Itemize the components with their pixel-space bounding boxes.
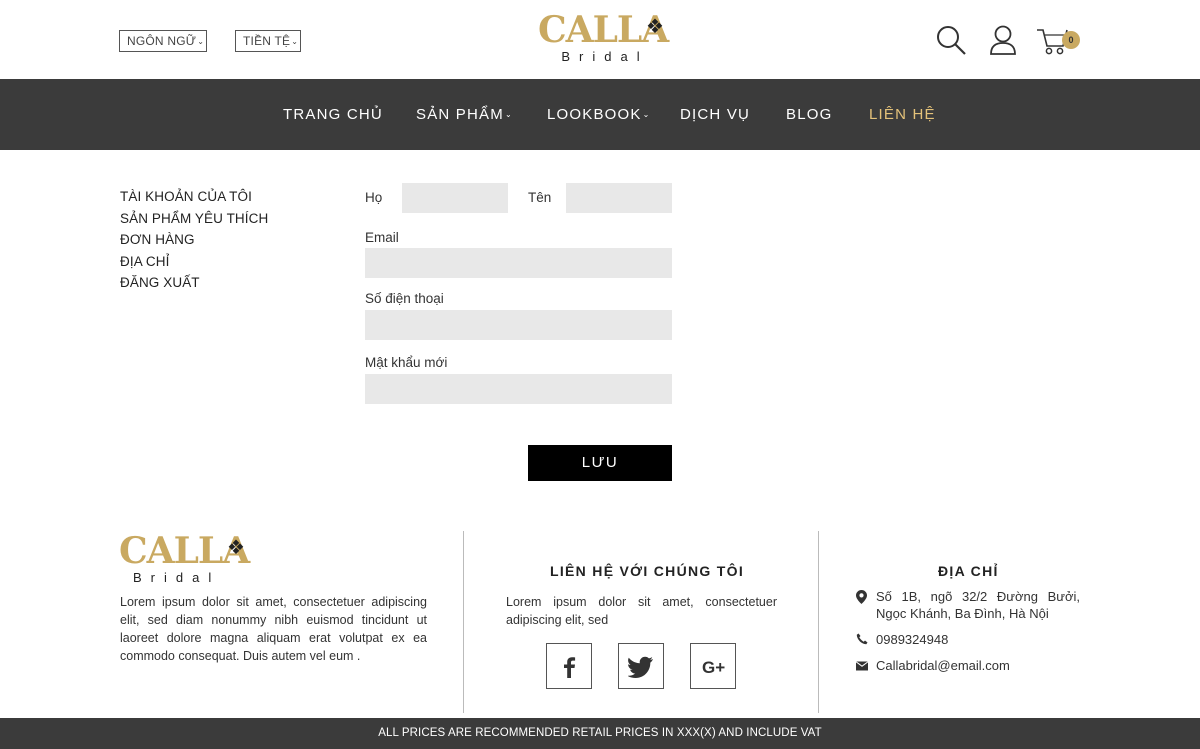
email-label: Email [365,230,399,245]
nav-item-services[interactable]: DỊCH VỤ [680,106,750,123]
feather-icon: ❖ [646,14,664,38]
bottom-notice-bar: ALL PRICES ARE RECOMMENDED RETAIL PRICES… [0,718,1200,749]
chevron-down-icon: ⌄ [642,110,651,119]
google-plus-button[interactable]: G+ [690,643,736,689]
account-menu-logout[interactable]: ĐĂNG XUẤT [120,272,268,294]
last-name-label: Họ [365,190,383,205]
nav-item-label: SẢN PHẨM [416,106,504,123]
last-name-field[interactable] [402,183,508,213]
first-name-field[interactable] [566,183,672,213]
logo-subtitle: Bridal [133,570,221,585]
search-icon[interactable] [935,24,967,56]
account-menu-my-account[interactable]: TÀI KHOẢN CỦA TÔI [120,186,268,208]
phone-icon [856,633,868,645]
facebook-button[interactable] [546,643,592,689]
nav-item-label: LOOKBOOK [547,106,642,123]
account-menu-orders[interactable]: ĐƠN HÀNG [120,229,268,251]
email-field[interactable] [365,248,672,278]
logo-subtitle: Bridal [561,49,649,64]
address-heading: ĐỊA CHỈ [938,563,999,579]
email-address[interactable]: Callabridal@email.com [876,657,1080,674]
footer-about-text: Lorem ipsum dolor sit amet, consectetuer… [120,595,427,663]
new-password-field[interactable] [365,374,672,404]
nav-item-blog[interactable]: BLOG [786,106,832,123]
account-menu-address[interactable]: ĐỊA CHỈ [120,251,268,273]
chevron-down-icon: ⌄ [504,110,513,119]
footer-logo[interactable]: CALLA Bridal ❖ [119,533,250,585]
map-marker-icon [856,590,867,604]
twitter-button[interactable] [618,643,664,689]
phone-field[interactable] [365,310,672,340]
new-password-label: Mật khẩu mới [365,355,448,370]
contact-text: Lorem ipsum dolor sit amet, consectetuer… [506,595,777,627]
contact-heading: LIÊN HỆ VỚI CHÚNG TÔI [550,563,745,579]
svg-text:G+: G+ [702,658,725,677]
nav-item-lookbook[interactable]: LOOKBOOK⌄ [547,106,651,123]
nav-item-home[interactable]: TRANG CHỦ [283,106,383,123]
language-selector[interactable]: NGÔN NGỮ⌄ [119,30,207,52]
account-sidebar: TÀI KHOẢN CỦA TÔI SẢN PHẨM YÊU THÍCH ĐƠN… [120,186,268,294]
user-icon[interactable] [988,24,1018,56]
price-notice-text: ALL PRICES ARE RECOMMENDED RETAIL PRICES… [378,727,822,739]
save-button[interactable]: LƯU [528,445,672,481]
twitter-icon [627,656,653,678]
facebook-icon [564,657,576,678]
main-navigation: TRANG CHỦ SẢN PHẨM⌄ LOOKBOOK⌄ DỊCH VỤ BL… [0,79,1200,150]
footer-divider [818,531,819,713]
nav-item-contact[interactable]: LIÊN HỆ [869,106,936,123]
chevron-down-icon: ⌄ [197,37,205,46]
language-selector-label: NGÔN NGỮ [127,34,197,48]
top-header: NGÔN NGỮ⌄ TIỀN TỆ⌄ CALLA Bridal ❖ 0 [0,0,1200,79]
site-logo[interactable]: CALLA Bridal ❖ [538,12,669,64]
account-menu-wishlist[interactable]: SẢN PHẨM YÊU THÍCH [120,208,268,230]
envelope-icon [856,661,868,671]
currency-selector-label: TIỀN TỆ [243,34,291,48]
phone-label: Số điện thoại [365,291,444,306]
address-text: Số 1B, ngõ 32/2 Đường Bưởi, Ngọc Khánh, … [876,589,1080,621]
cart-count-badge: 0 [1062,31,1080,49]
first-name-label: Tên [528,190,552,205]
nav-item-products[interactable]: SẢN PHẨM⌄ [416,106,513,123]
google-plus-icon: G+ [702,658,725,677]
chevron-down-icon: ⌄ [291,37,299,46]
feather-icon: ❖ [227,535,245,559]
phone-number[interactable]: 0989324948 [876,631,1080,648]
currency-selector[interactable]: TIỀN TỆ⌄ [235,30,301,52]
footer-divider [463,531,464,713]
